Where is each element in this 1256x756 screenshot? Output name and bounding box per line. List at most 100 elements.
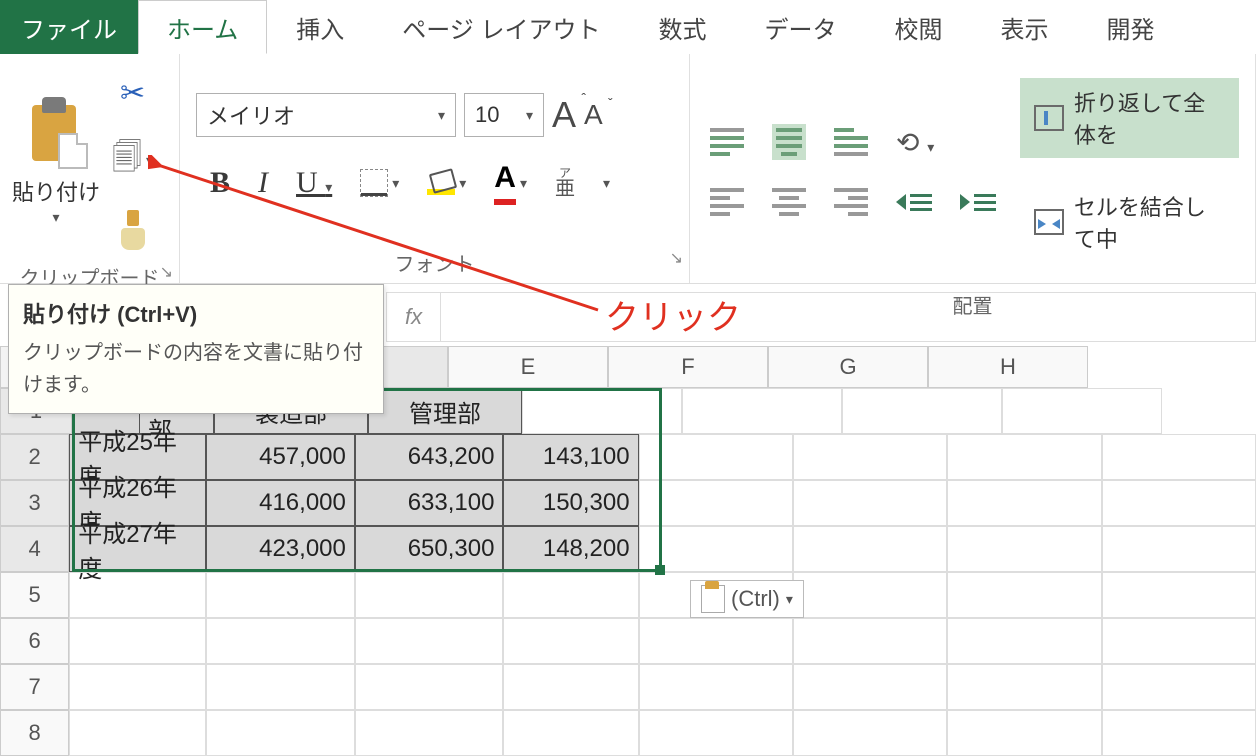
cell[interactable] xyxy=(1102,664,1256,710)
cell[interactable] xyxy=(639,434,793,480)
tab-data[interactable]: データ xyxy=(735,0,865,54)
dialog-launcher-icon[interactable]: ↘ xyxy=(160,262,173,282)
paste-options-button[interactable]: (Ctrl) ▾ xyxy=(690,580,804,618)
cell[interactable] xyxy=(503,572,638,618)
cell[interactable] xyxy=(793,710,947,756)
row-header[interactable]: 3 xyxy=(0,480,69,526)
cell[interactable]: 650,300 xyxy=(355,526,504,572)
cell[interactable] xyxy=(355,618,504,664)
row-header[interactable]: 6 xyxy=(0,618,69,664)
cell[interactable] xyxy=(793,480,947,526)
cell[interactable] xyxy=(503,710,638,756)
cell[interactable] xyxy=(69,618,206,664)
cell[interactable] xyxy=(682,388,842,434)
orientation-button[interactable]: ⟲ ▾ xyxy=(896,126,934,159)
cell[interactable]: 416,000 xyxy=(206,480,355,526)
cell[interactable] xyxy=(639,480,793,526)
font-name-select[interactable]: メイリオ▾ xyxy=(196,93,456,137)
cell[interactable] xyxy=(639,664,793,710)
column-header[interactable]: G xyxy=(768,346,928,388)
cell[interactable] xyxy=(947,434,1101,480)
font-size-select[interactable]: 10▾ xyxy=(464,93,544,137)
wrap-text-button[interactable]: 折り返して全体を xyxy=(1020,78,1239,158)
cell[interactable]: 633,100 xyxy=(355,480,504,526)
cell[interactable] xyxy=(355,710,504,756)
row-header[interactable]: 8 xyxy=(0,710,69,756)
tab-developer[interactable]: 開発 xyxy=(1077,0,1183,54)
cell[interactable] xyxy=(842,388,1002,434)
cell[interactable] xyxy=(639,526,793,572)
cell[interactable] xyxy=(69,664,206,710)
tab-pagelayout[interactable]: ページ レイアウト xyxy=(373,0,629,54)
decrease-indent-icon[interactable] xyxy=(896,194,932,211)
align-right-icon[interactable] xyxy=(834,188,868,216)
increase-indent-icon[interactable] xyxy=(960,194,996,211)
chevron-down-icon[interactable]: ▾ xyxy=(146,152,153,169)
italic-button[interactable]: I xyxy=(258,166,268,200)
align-left-icon[interactable] xyxy=(710,188,744,216)
font-color-button[interactable]: A▾ xyxy=(494,161,527,205)
paste-button[interactable]: 貼り付け ▾ xyxy=(6,87,106,226)
increase-font-icon[interactable]: Aˆ xyxy=(552,94,576,136)
cell[interactable] xyxy=(947,480,1101,526)
cell[interactable] xyxy=(206,618,355,664)
cell[interactable] xyxy=(947,710,1101,756)
tab-view[interactable]: 表示 xyxy=(971,0,1077,54)
cell[interactable] xyxy=(947,618,1101,664)
cell[interactable]: 150,300 xyxy=(503,480,638,526)
cell[interactable] xyxy=(206,710,355,756)
cell[interactable] xyxy=(793,434,947,480)
column-header[interactable]: H xyxy=(928,346,1088,388)
cell[interactable]: 平成27年度 xyxy=(69,526,206,572)
fill-color-button[interactable]: ▾ xyxy=(427,171,466,195)
row-header[interactable]: 7 xyxy=(0,664,69,710)
cell[interactable]: 643,200 xyxy=(355,434,504,480)
dialog-launcher-icon[interactable]: ↘ xyxy=(670,248,683,268)
cell[interactable] xyxy=(1102,480,1256,526)
cell[interactable] xyxy=(639,618,793,664)
tab-home[interactable]: ホーム xyxy=(138,0,267,54)
cell[interactable]: 管理部 xyxy=(368,388,522,434)
cell[interactable] xyxy=(1102,618,1256,664)
cell[interactable] xyxy=(793,572,947,618)
align-top-icon[interactable] xyxy=(710,128,744,156)
cell[interactable] xyxy=(1002,388,1162,434)
align-center-icon[interactable] xyxy=(772,188,806,216)
cut-icon[interactable]: ✂ xyxy=(120,76,145,111)
cell[interactable] xyxy=(1102,710,1256,756)
fx-icon[interactable]: fx xyxy=(387,293,441,341)
cell[interactable]: 148,200 xyxy=(503,526,638,572)
phonetic-button[interactable]: ア亜 xyxy=(555,167,575,199)
cell[interactable] xyxy=(522,388,682,434)
decrease-font-icon[interactable]: Aˇ xyxy=(584,99,603,131)
cell[interactable] xyxy=(503,664,638,710)
cell[interactable] xyxy=(793,618,947,664)
cell[interactable]: 457,000 xyxy=(206,434,355,480)
border-button[interactable]: ▾ xyxy=(360,169,399,197)
cell[interactable] xyxy=(355,664,504,710)
formula-input[interactable] xyxy=(441,293,1255,341)
tab-review[interactable]: 校閲 xyxy=(865,0,971,54)
cell[interactable] xyxy=(1102,526,1256,572)
tab-insert[interactable]: 挿入 xyxy=(267,0,373,54)
row-header[interactable]: 4 xyxy=(0,526,69,572)
cell[interactable] xyxy=(503,618,638,664)
cell[interactable] xyxy=(947,572,1101,618)
row-header[interactable]: 5 xyxy=(0,572,69,618)
cell[interactable] xyxy=(206,664,355,710)
tab-file[interactable]: ファイル xyxy=(0,0,138,54)
cell[interactable] xyxy=(1102,572,1256,618)
cell[interactable] xyxy=(1102,434,1256,480)
cell[interactable] xyxy=(947,664,1101,710)
cell[interactable] xyxy=(793,526,947,572)
column-header[interactable]: F xyxy=(608,346,768,388)
cell[interactable] xyxy=(69,710,206,756)
cell[interactable]: 423,000 xyxy=(206,526,355,572)
align-middle-icon[interactable] xyxy=(772,124,806,160)
cell[interactable]: 143,100 xyxy=(503,434,638,480)
cell[interactable] xyxy=(69,572,206,618)
column-header[interactable]: E xyxy=(448,346,608,388)
cell[interactable] xyxy=(639,710,793,756)
align-bottom-icon[interactable] xyxy=(834,128,868,156)
underline-button[interactable]: U ▾ xyxy=(296,166,332,200)
